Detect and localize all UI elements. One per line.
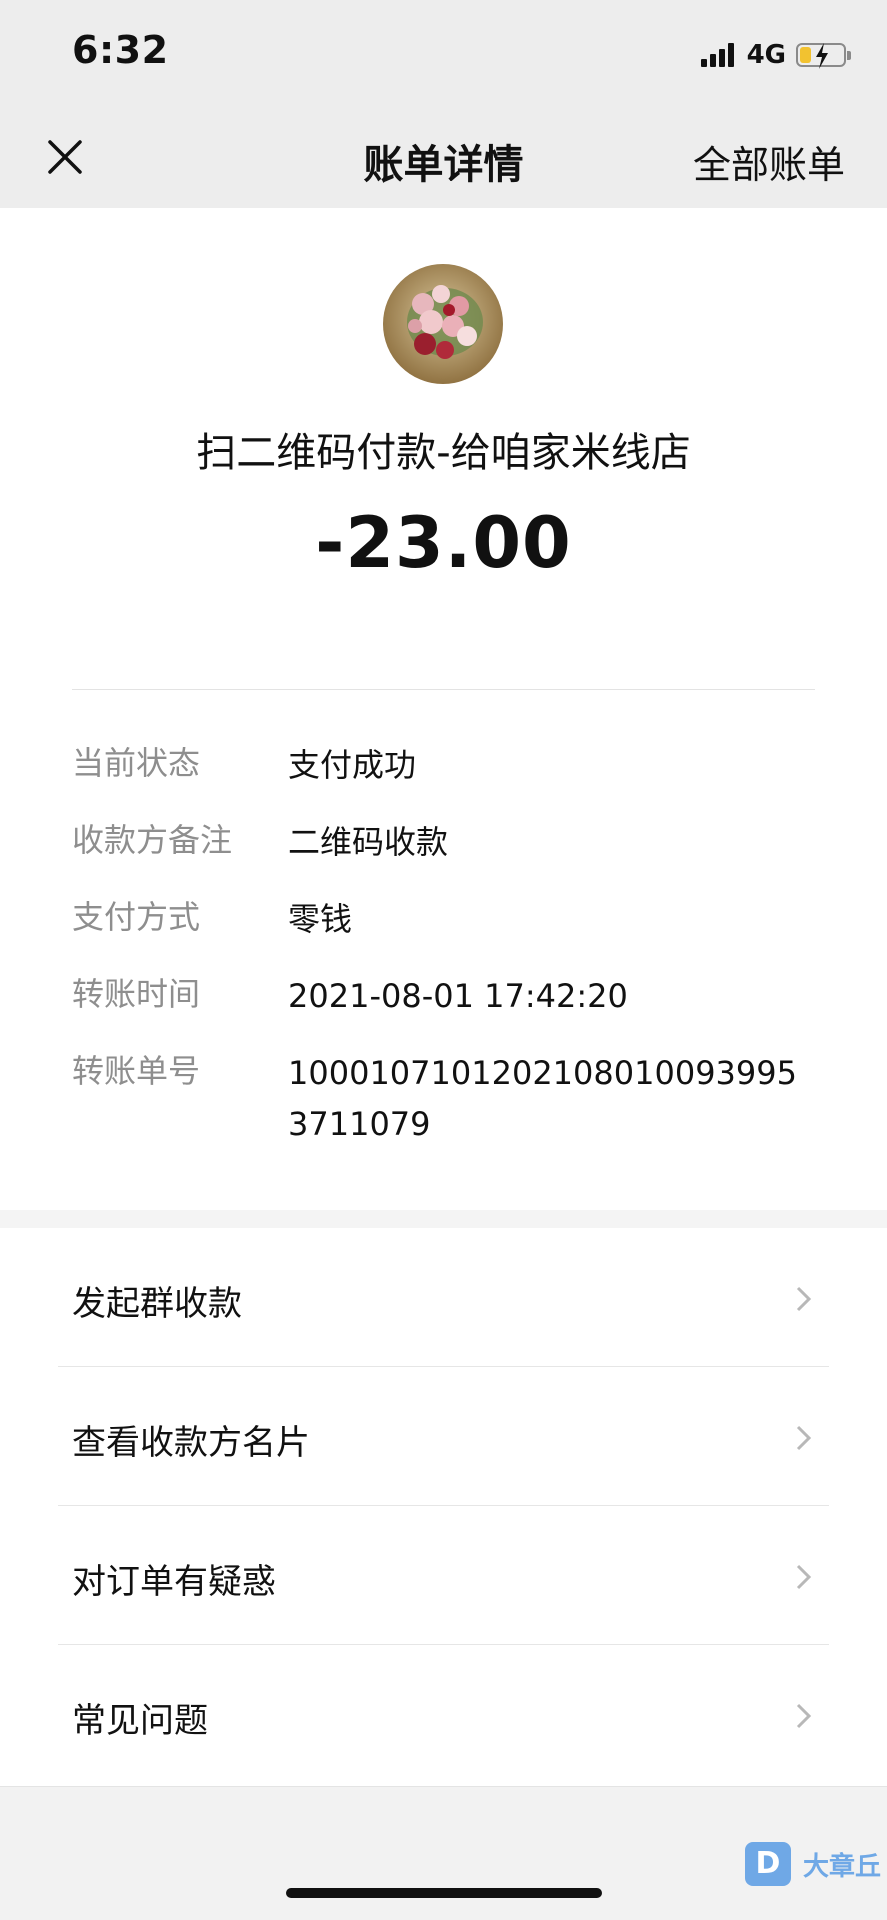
detail-value: 零钱 [288,900,353,938]
action-label: 查看收款方名片 [72,1423,310,1463]
battery-tip [847,50,851,60]
transaction-details: 当前状态 支付成功 收款方备注 二维码收款 支付方式 零钱 转账时间 2021-… [72,740,815,1176]
detail-label: 转账单号 [72,1052,201,1090]
nav-bar: 账单详情 全部账单 [0,104,887,208]
action-label: 常见问题 [72,1701,208,1741]
group-collect-item[interactable]: 发起群收款 [0,1228,887,1367]
status-time: 6:32 [72,28,169,72]
network-label: 4G [746,40,786,70]
close-icon[interactable] [40,132,90,182]
watermark: D 大章丘 [744,1842,881,1886]
divider [72,689,815,690]
action-label: 对订单有疑惑 [72,1562,276,1602]
home-indicator[interactable] [286,1888,602,1898]
detail-row-payment-method: 支付方式 零钱 [72,894,815,945]
faq-item[interactable]: 常见问题 [0,1645,887,1784]
detail-row-payee-note: 收款方备注 二维码收款 [72,817,815,868]
chevron-right-icon [796,1564,812,1590]
detail-label: 当前状态 [72,744,201,782]
watermark-text: 大章丘 [802,1851,881,1882]
signal-icon [700,43,737,67]
view-payee-card-item[interactable]: 查看收款方名片 [0,1367,887,1506]
detail-label: 转账时间 [72,975,201,1013]
action-label: 发起群收款 [72,1284,242,1324]
chevron-right-icon [796,1425,812,1451]
transaction-amount: -23.00 [315,502,572,584]
battery-charging-icon [796,43,846,69]
detail-value: 2021-08-01 17:42:20 [288,977,628,1015]
detail-value: 二维码收款 [288,823,449,861]
detail-value[interactable]: 10001071012021080100939953711079 [288,1048,815,1150]
all-bills-link[interactable]: 全部账单 [693,134,845,189]
detail-label: 收款方备注 [72,821,233,859]
section-gap [0,1210,887,1228]
merchant-avatar [383,264,503,384]
watermark-logo: D [744,1842,791,1886]
order-question-item[interactable]: 对订单有疑惑 [0,1506,887,1645]
chevron-right-icon [796,1703,812,1729]
detail-value: 支付成功 [288,746,417,784]
detail-row-status: 当前状态 支付成功 [72,740,815,791]
status-bar: 6:32 4G [0,0,887,104]
chevron-right-icon [796,1286,812,1312]
detail-label: 支付方式 [72,898,201,936]
action-list: 发起群收款 查看收款方名片 对订单有疑惑 常见问题 [0,1228,887,1784]
detail-row-transfer-time: 转账时间 2021-08-01 17:42:20 [72,971,815,1022]
status-indicators: 4G [700,38,851,72]
merchant-title: 扫二维码付款-给咱家米线店 [196,430,691,476]
detail-row-transfer-number: 转账单号 10001071012021080100939953711079 [72,1048,815,1150]
